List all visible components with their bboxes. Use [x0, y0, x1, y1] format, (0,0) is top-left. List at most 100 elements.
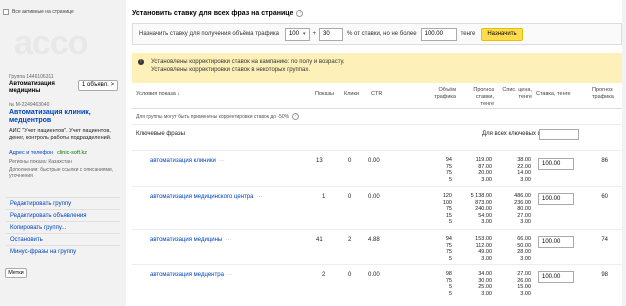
labels-button[interactable]: Метки [5, 268, 27, 278]
ad-count-button[interactable]: 1 объявл. > [78, 80, 118, 91]
select-all-row[interactable]: Все активные на странице [3, 9, 74, 15]
region-text: Регионы показа: Казахстан [9, 159, 72, 165]
minus-phrases-link[interactable]: Минус-фразы на группу [6, 245, 120, 257]
clicks-value: 0 [348, 194, 352, 200]
adjustment-notice: ! Установлены корректировки ставок на ка… [132, 53, 622, 83]
clicks-value: 2 [348, 237, 352, 243]
col-impressions[interactable]: Показы [315, 91, 334, 98]
forecast-value: 3.00 [481, 219, 492, 225]
sort-arrow-icon: ↓ [177, 91, 181, 97]
forecast-values: 119.00 87.00 20.00 3.00 [456, 157, 492, 183]
forecast-value: 3.00 [481, 255, 492, 262]
keyword-phrase[interactable]: автоматизация медицины [150, 237, 222, 243]
row-divider [132, 264, 622, 265]
ad-contact-link[interactable]: Адрес и телефон [9, 150, 53, 156]
edit-group-link[interactable]: Редактировать группу [6, 197, 120, 209]
ad-title[interactable]: Автоматизация клиник, медцентров [9, 109, 114, 125]
keyword-bid-input[interactable]: 100.00 [538, 236, 574, 248]
keyword-bid-input[interactable]: 100.00 [538, 271, 574, 283]
traffic-volume-value: 100 [288, 31, 299, 37]
impressions-value: 41 [316, 237, 323, 243]
percent-input[interactable]: 30 [319, 27, 344, 41]
ctr-value: 0.00 [368, 194, 380, 200]
keyword-row: автоматизация медицинского центра ··· [150, 194, 262, 200]
keyword-bid-input[interactable]: 100.00 [538, 193, 574, 205]
ad-links: Адрес и телефон clinic-soft.kz [9, 150, 87, 156]
help-icon[interactable]: ? [292, 113, 300, 120]
col-bid[interactable]: Ставка, тенге [536, 91, 571, 98]
edit-ads-link[interactable]: Редактировать объявления [6, 209, 120, 221]
more-icon[interactable]: ··· [256, 194, 262, 200]
group-id: Группа 1446106311 [9, 74, 54, 80]
forecast-values: 153.00 112.00 49.00 3.00 [456, 236, 492, 262]
traffic-volume-select[interactable]: 100 ▾ [284, 27, 310, 41]
col-spend[interactable]: Спис. цена, тенге [502, 87, 532, 101]
clicks-value: 0 [348, 158, 352, 164]
col-ctr[interactable]: CTR [371, 91, 382, 98]
apply-bid-button[interactable]: Назначить [481, 27, 523, 41]
more-icon[interactable]: ··· [225, 237, 231, 243]
spend-value: 3.00 [520, 255, 531, 262]
spend-value: 3.00 [520, 290, 531, 297]
bulk-bid-header: Установить ставку для всех фраз на стран… [132, 10, 304, 17]
percent-label: % от ставки, но не более [347, 31, 417, 37]
col-traffic[interactable]: Объём трафика [426, 87, 456, 101]
traffic-value: 5 [448, 219, 452, 225]
traffic-values: 94 75 75 5 [432, 157, 452, 183]
select-all-checkbox[interactable] [3, 9, 9, 15]
forecast-traffic-value: 98 [601, 272, 608, 278]
select-all-label: Все активные на странице [12, 9, 74, 15]
bulk-bid-row: Назначить ставку для получения объёма тр… [132, 23, 622, 45]
impressions-value: 2 [322, 272, 326, 278]
keywords-title: Ключевые фразы [136, 131, 185, 137]
currency-label: тенге [460, 31, 476, 37]
group-actions: Редактировать группу Редактировать объяв… [6, 197, 120, 257]
forecast-value: 3.00 [481, 290, 492, 297]
col-conditions-label: Условия показа [136, 91, 176, 97]
spend-values: 66.00 50.00 28.00 3.00 [498, 236, 531, 262]
ctr-value: 0.00 [368, 272, 380, 278]
max-bid-input[interactable]: 100.00 [420, 27, 457, 41]
keyword-phrase[interactable]: автоматизация клиники [150, 158, 216, 164]
keyword-phrase[interactable]: автоматизация медцентра [150, 272, 224, 278]
copy-group-link[interactable]: Копировать группу... [6, 221, 120, 233]
help-icon[interactable]: ? [296, 10, 304, 17]
spend-values: 38.00 22.00 14.00 3.00 [498, 157, 531, 183]
keyword-phrase[interactable]: автоматизация медицинского центра [150, 194, 253, 200]
traffic-values: 98 75 5 5 [432, 271, 452, 297]
more-icon[interactable]: ··· [227, 272, 233, 278]
col-clicks[interactable]: Клики [344, 91, 359, 98]
keyword-bid-input[interactable]: 100.00 [538, 158, 574, 170]
chevron-down-icon: ▾ [302, 31, 306, 37]
forecast-traffic-value: 74 [601, 237, 608, 243]
stop-link[interactable]: Остановить [6, 233, 120, 245]
bulk-bid-title: Установить ставку для всех фраз на стран… [132, 10, 294, 17]
traffic-value: 5 [448, 290, 452, 297]
ad-id: № M-2249463040 [9, 102, 50, 108]
keyword-row: автоматизация клиники ··· [150, 158, 225, 164]
forecast-value: 3.00 [481, 176, 492, 183]
all-keywords-bid-input[interactable] [539, 129, 579, 140]
section-divider [132, 124, 622, 125]
impressions-value: 13 [316, 158, 323, 164]
keyword-row: автоматизация медицины ··· [150, 237, 231, 243]
traffic-value: 5 [448, 255, 452, 262]
ad-text: АИС "Учет пациентов". Учет пациентов, де… [9, 128, 112, 141]
row-divider [132, 186, 622, 187]
forecast-traffic-value: 86 [601, 158, 608, 164]
ctr-value: 0.00 [368, 158, 380, 164]
spend-value: 3.00 [520, 176, 531, 183]
spend-value: 3.00 [520, 219, 531, 225]
impressions-value: 1 [322, 194, 326, 200]
more-icon[interactable]: ··· [219, 158, 225, 164]
main-panel: Установить ставку для всех фраз на стран… [126, 0, 626, 306]
col-conditions[interactable]: Условия показа ↓ [136, 91, 180, 98]
ad-domain: clinic-soft.kz [57, 150, 88, 156]
col-forecast[interactable]: Прогноз ставки, тенге [462, 87, 494, 108]
forecast-values: 5 138.00 873.00 240.00 54.00 3.00 [456, 193, 492, 226]
header-divider [132, 108, 622, 109]
spend-values: 486.00 236.00 80.00 27.00 3.00 [498, 193, 531, 226]
col-forecast-traffic[interactable]: Прогноз трафика [592, 87, 622, 101]
spend-values: 27.00 26.00 15.00 3.00 [498, 271, 531, 297]
forecast-values: 34.00 30.00 25.00 3.00 [456, 271, 492, 297]
